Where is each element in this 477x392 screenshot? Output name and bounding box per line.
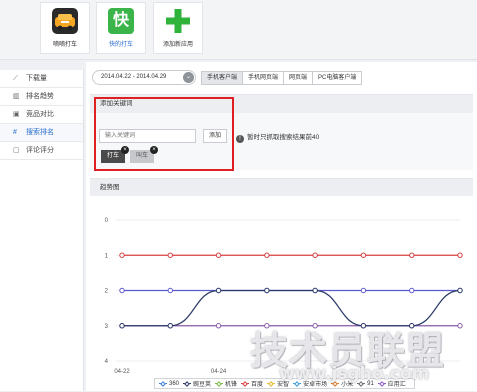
series-3-point <box>264 252 270 258</box>
x-tick-label: 04-22 <box>114 369 130 375</box>
plus-icon <box>166 9 190 33</box>
series-3-point <box>409 252 415 258</box>
sidebar-item-search-rank[interactable]: # 搜索排名 <box>0 124 83 142</box>
series-1-point <box>167 323 173 329</box>
legend-label: 豌豆荚 <box>193 382 212 388</box>
compare-icon: ▣ <box>13 111 20 118</box>
sidebar-item-rank-trend[interactable]: ▥ 排名趋势 <box>0 88 83 106</box>
legend-marker <box>215 381 224 387</box>
legend-item[interactable]: 豌豆荚 <box>183 379 211 388</box>
y-tick-label: 4 <box>105 359 109 365</box>
series-extra-1-point <box>215 323 222 329</box>
series-extra-0-point <box>119 287 125 294</box>
y-tick-label: 0 <box>105 218 109 224</box>
legend-marker <box>183 381 192 387</box>
series-3-point <box>360 252 367 258</box>
app-label: 嘀嘀打车 <box>52 42 77 48</box>
add-app-button[interactable]: 添加新应用 <box>153 2 203 54</box>
series-1-point <box>457 287 463 294</box>
sidebar-item-label: 下载量 <box>26 75 47 82</box>
date-range-value: 2014.04.22 - 2014.04.29 <box>101 74 167 80</box>
legend-label: 机锋 <box>225 382 238 388</box>
y-tick-label: 1 <box>105 253 109 259</box>
sidebar-item-downloads[interactable]: ⟋ 下载量 <box>0 70 83 88</box>
series-3-point <box>119 252 125 258</box>
sidebar-item-label: 搜索排名 <box>26 129 54 136</box>
keyword-note: ! 暂时只抓取搜索结果前40 <box>236 131 319 143</box>
platform-tabs: 手机客户端 手机网页端 网页端 PC电脑客户端 <box>201 71 363 85</box>
watermark-url: www.jsgho.com <box>279 364 430 384</box>
info-icon: ! <box>236 135 244 143</box>
y-tick-label: 3 <box>105 324 109 330</box>
series-3-point <box>457 252 463 258</box>
app-card-kuaidi[interactable]: 快 快的打车 <box>96 2 146 54</box>
series-3-point <box>167 252 173 258</box>
series-1-point <box>312 287 318 294</box>
app-label: 快的打车 <box>108 42 133 48</box>
tab-web[interactable]: 网页端 <box>284 71 314 85</box>
sidebar-item-label: 竞品对比 <box>26 111 54 118</box>
y-tick-label: 2 <box>105 289 109 295</box>
keyword-note-text: 暂时只抓取搜索结果前40 <box>247 134 320 141</box>
taxi-icon <box>52 8 78 34</box>
legend-item[interactable]: 机锋 <box>215 379 237 388</box>
tab-pc-client[interactable]: PC电脑客户端 <box>313 71 363 85</box>
line-chart-icon: ⟋ <box>13 75 18 82</box>
tab-mobile-web[interactable]: 手机网页端 <box>243 71 285 85</box>
highlight-box <box>94 97 234 171</box>
sidebar: ⟋ 下载量 ▥ 排名趋势 ▣ 竞品对比 # 搜索排名 ▢ 评论评分 <box>0 70 84 391</box>
tab-mobile-client[interactable]: 手机客户端 <box>201 71 244 85</box>
sidebar-item-reviews[interactable]: ▢ 评论评分 <box>0 142 83 160</box>
series-extra-0-point <box>409 287 415 294</box>
series-extra-0-point <box>360 287 367 294</box>
chevron-down-icon[interactable]: ⌄ <box>183 72 194 83</box>
sidebar-item-label: 排名趋势 <box>26 93 54 100</box>
keyword-panel: 添加关键词 添加 !暂时只抓取搜索结果前40 打车 × 叫车 × <box>90 94 473 171</box>
series-1-point <box>264 287 270 294</box>
legend-item[interactable]: 360 <box>159 381 179 387</box>
app-label: 添加新应用 <box>162 42 193 48</box>
app-card-didi[interactable]: 嘀嘀打车 <box>40 2 90 54</box>
series-1-point <box>215 287 222 294</box>
legend-label: 360 <box>169 380 180 387</box>
series-1-point <box>119 323 125 329</box>
series-3-point <box>312 252 318 258</box>
app-bar: 嘀嘀打车 快 快的打车 添加新应用 <box>0 0 477 60</box>
sidebar-item-label: 评论评分 <box>26 147 54 154</box>
legend-marker <box>241 381 250 387</box>
x-tick-label: 04-24 <box>211 369 227 375</box>
sidebar-item-compare[interactable]: ▣ 竞品对比 <box>0 106 83 124</box>
kuaidi-icon: 快 <box>108 8 134 34</box>
series-extra-0-point <box>167 287 173 294</box>
comment-icon: ▢ <box>13 147 20 154</box>
trend-title: 趋势图 <box>90 179 473 196</box>
bar-chart-icon: ▥ <box>13 93 20 100</box>
date-range-picker[interactable]: 2014.04.22 - 2014.04.29 ⌄ <box>92 70 196 85</box>
legend-marker <box>159 381 167 387</box>
hashtag-icon: # <box>13 129 17 136</box>
series-3-point <box>215 252 222 258</box>
site-watermark: 技术员联盟 www.jsgho.com <box>250 320 477 391</box>
